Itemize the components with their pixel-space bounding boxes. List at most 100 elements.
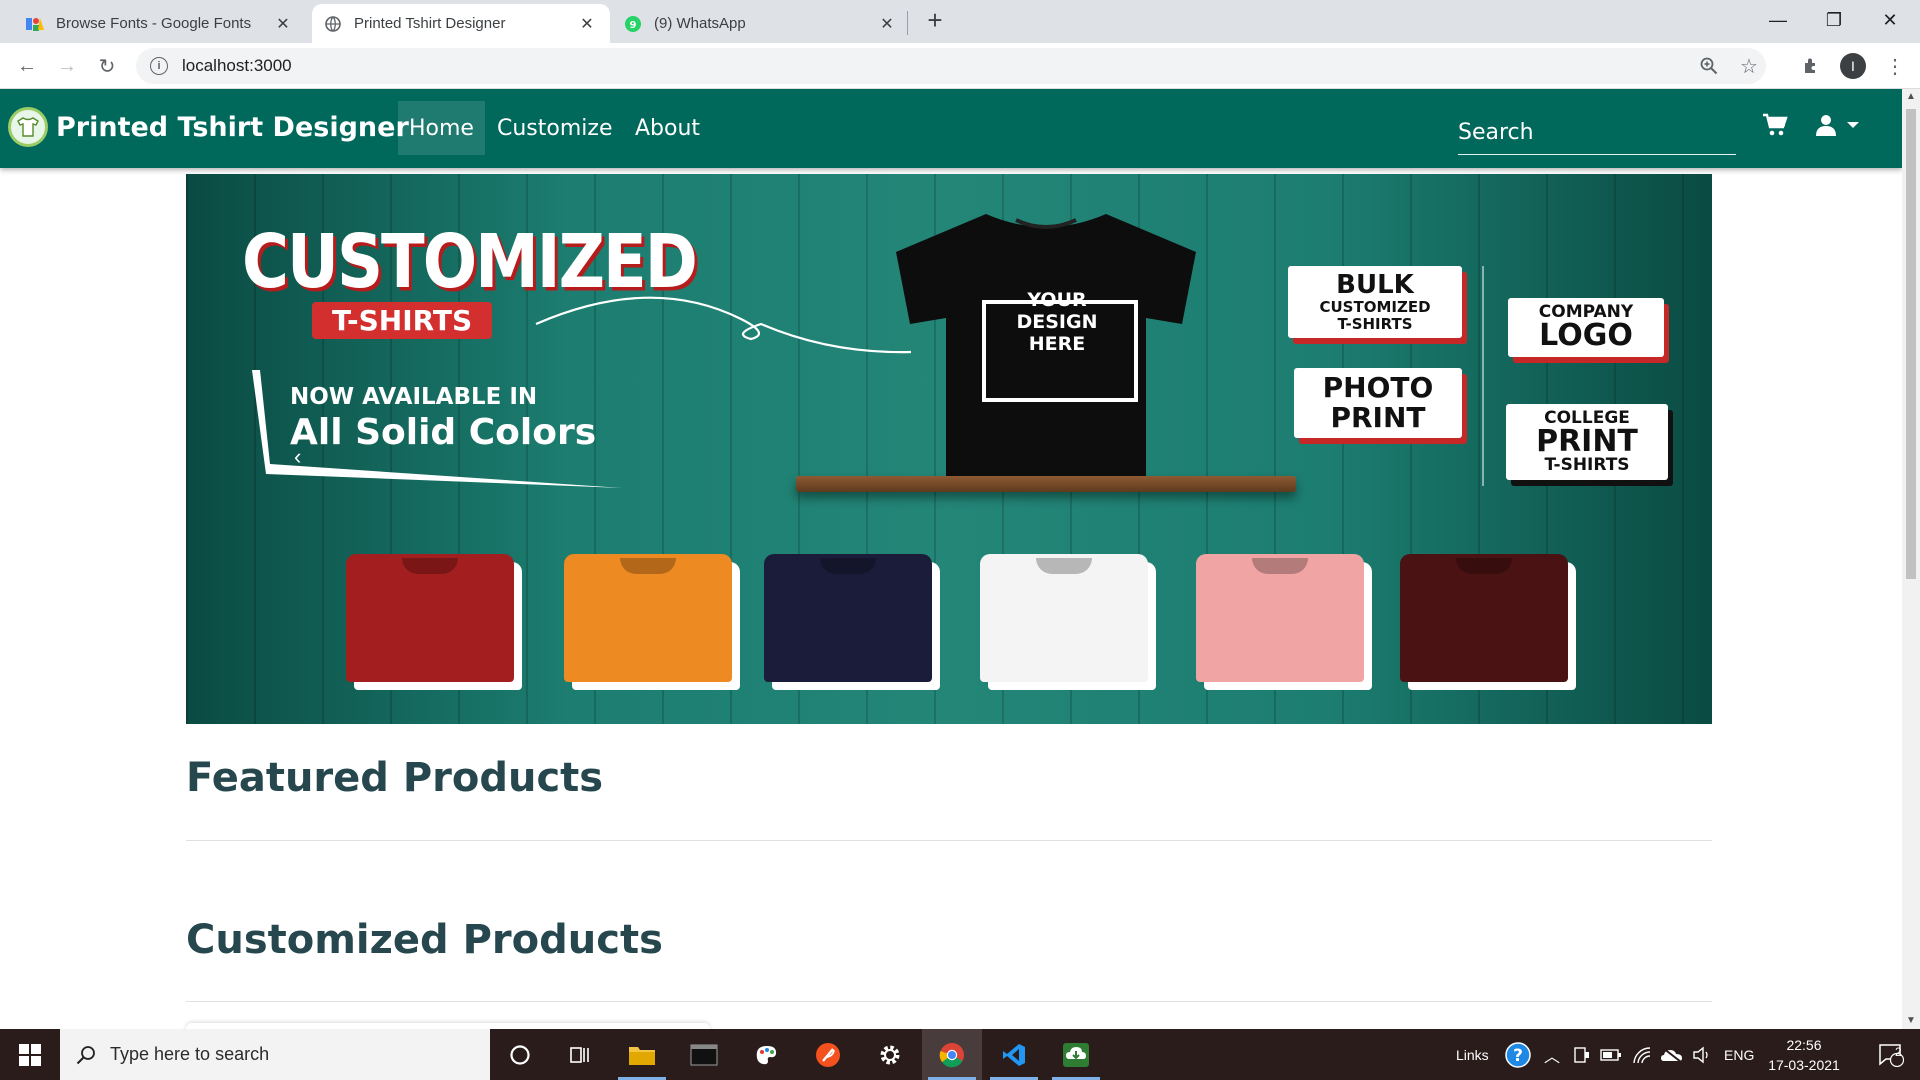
- taskbar-search-input[interactable]: [110, 1044, 470, 1065]
- close-tab-icon[interactable]: ✕: [578, 14, 596, 34]
- page-viewport: Printed Tshirt Designer Home Customize A…: [0, 89, 1902, 1029]
- search-field[interactable]: [1458, 111, 1736, 155]
- featured-products-heading: Featured Products: [186, 755, 604, 801]
- extensions-icon[interactable]: [1796, 51, 1826, 81]
- feather-app-icon[interactable]: [798, 1029, 858, 1080]
- address-bar[interactable]: i localhost:3000 ☆: [136, 48, 1766, 84]
- folded-tshirt: [1400, 554, 1568, 682]
- scrollbar-thumb[interactable]: [1906, 109, 1916, 579]
- folded-tshirt: [980, 554, 1148, 682]
- settings-gear-icon[interactable]: [860, 1029, 920, 1080]
- browser-tab-strip: Browse Fonts - Google Fonts ✕ Printed Ts…: [0, 0, 1920, 43]
- language-label: ENG: [1724, 1046, 1755, 1063]
- sign-line: LOGO: [1539, 318, 1633, 353]
- vscode-icon[interactable]: [984, 1029, 1044, 1080]
- site-info-icon[interactable]: i: [150, 57, 168, 75]
- design-line: HERE: [1028, 333, 1086, 355]
- close-tab-icon[interactable]: ✕: [878, 14, 896, 34]
- sign-divider: [1482, 266, 1484, 486]
- svg-text:?: ?: [1513, 1046, 1523, 1066]
- back-arrow-icon[interactable]: ←: [12, 51, 42, 81]
- more-menu-icon[interactable]: ⋮: [1880, 51, 1910, 81]
- taskbar-clock[interactable]: 22:56 17-03-2021: [1764, 1035, 1844, 1075]
- windows-taskbar: Links ? ︿ ENG 22:56 17-03-2021 2: [0, 1029, 1920, 1080]
- clock-time: 22:56: [1786, 1037, 1822, 1053]
- folded-tshirt: [346, 554, 514, 682]
- tab-google-fonts[interactable]: Browse Fonts - Google Fonts ✕: [0, 4, 306, 43]
- carousel-prev-icon[interactable]: ‹: [294, 444, 301, 470]
- task-view-icon[interactable]: [550, 1029, 610, 1080]
- search-input[interactable]: [1458, 111, 1736, 154]
- close-tab-icon[interactable]: ✕: [274, 14, 292, 34]
- globe-icon: [324, 15, 342, 33]
- cloud-download-icon[interactable]: [1046, 1029, 1106, 1080]
- reload-icon[interactable]: ↻: [92, 51, 122, 81]
- sign-line: T-SHIRTS: [1544, 455, 1630, 475]
- user-icon: [1816, 115, 1836, 136]
- brand[interactable]: Printed Tshirt Designer: [8, 107, 409, 147]
- tshirt-logo-icon: [8, 107, 48, 147]
- sign-bulk: BULK CUSTOMIZED T-SHIRTS: [1288, 266, 1462, 338]
- links-toolbar[interactable]: Links: [1456, 1029, 1489, 1080]
- tab-title: Printed Tshirt Designer: [354, 15, 506, 32]
- nav-home[interactable]: Home: [398, 101, 485, 155]
- cart-icon[interactable]: [1762, 113, 1788, 137]
- notification-count: 2: [1895, 1045, 1902, 1059]
- banner-available-line: NOW AVAILABLE IN: [290, 384, 538, 410]
- profile-avatar[interactable]: I: [1838, 51, 1868, 81]
- design-placeholder: YOUR DESIGN HERE: [998, 289, 1116, 355]
- sign-college-print: COLLEGE PRINT T-SHIRTS: [1506, 404, 1668, 480]
- sign-company-logo: COMPANY LOGO: [1508, 298, 1664, 357]
- sign-photo-print: PHOTO PRINT: [1294, 368, 1462, 438]
- action-center-icon[interactable]: 2: [1866, 1029, 1916, 1080]
- battery-icon[interactable]: [1600, 1029, 1622, 1080]
- sign-line: PRINT: [1330, 401, 1426, 434]
- minimize-button[interactable]: —: [1750, 0, 1806, 40]
- help-icon[interactable]: ?: [1504, 1029, 1532, 1080]
- links-label: Links: [1456, 1046, 1489, 1063]
- app-navbar: Printed Tshirt Designer Home Customize A…: [0, 89, 1902, 168]
- url-text[interactable]: localhost:3000: [182, 56, 292, 76]
- sign-line: PRINT: [1536, 424, 1638, 459]
- bookmark-star-icon[interactable]: ☆: [1732, 48, 1766, 84]
- chrome-icon[interactable]: [922, 1029, 982, 1080]
- onedrive-icon[interactable]: [1660, 1029, 1684, 1080]
- nav-customize[interactable]: Customize: [486, 101, 623, 155]
- terminal-icon[interactable]: [674, 1029, 734, 1080]
- caret-down-icon: [1847, 122, 1859, 128]
- clock-date: 17-03-2021: [1768, 1057, 1840, 1073]
- hero-banner-carousel[interactable]: CUSTOMIZED T-SHIRTS NOW AVAILABLE IN All…: [186, 174, 1712, 724]
- tab-whatsapp[interactable]: 9 (9) WhatsApp ✕: [612, 4, 910, 43]
- banner-subheadline: T-SHIRTS: [312, 302, 493, 339]
- device-icon[interactable]: [1572, 1029, 1590, 1080]
- customized-products-heading: Customized Products: [186, 917, 663, 963]
- sign-line: PHOTO: [1322, 371, 1434, 404]
- forward-arrow-icon[interactable]: →: [52, 51, 82, 81]
- scroll-down-icon[interactable]: ▼: [1902, 1013, 1920, 1029]
- profile-initial: I: [1840, 53, 1866, 79]
- zoom-icon[interactable]: [1692, 48, 1726, 84]
- user-menu[interactable]: [1814, 113, 1860, 137]
- close-window-button[interactable]: ✕: [1862, 0, 1918, 40]
- banner-colors-line: All Solid Colors: [290, 412, 597, 453]
- sign-line: CUSTOMIZED: [1319, 298, 1431, 316]
- new-tab-button[interactable]: +: [921, 6, 949, 34]
- restore-button[interactable]: ❐: [1806, 0, 1862, 40]
- windows-start-button[interactable]: [0, 1029, 60, 1080]
- volume-icon[interactable]: [1692, 1029, 1712, 1080]
- paint-icon[interactable]: [736, 1029, 796, 1080]
- tab-title: Browse Fonts - Google Fonts: [56, 15, 252, 32]
- sign-line: T-SHIRTS: [1337, 315, 1413, 333]
- wifi-icon[interactable]: [1632, 1029, 1652, 1080]
- chevron-up-icon[interactable]: ︿: [1544, 1029, 1560, 1080]
- folded-tshirt: [564, 554, 732, 682]
- file-explorer-icon[interactable]: [612, 1029, 672, 1080]
- google-fonts-icon: [26, 15, 44, 33]
- page-scrollbar[interactable]: ▲ ▼: [1902, 89, 1920, 1029]
- scroll-up-icon[interactable]: ▲: [1902, 89, 1920, 105]
- nav-about[interactable]: About: [624, 101, 711, 155]
- taskbar-search-box[interactable]: [60, 1029, 490, 1080]
- tab-printed-tshirt-designer[interactable]: Printed Tshirt Designer ✕: [312, 4, 610, 43]
- cortana-icon[interactable]: [490, 1029, 550, 1080]
- language-indicator[interactable]: ENG: [1724, 1029, 1754, 1080]
